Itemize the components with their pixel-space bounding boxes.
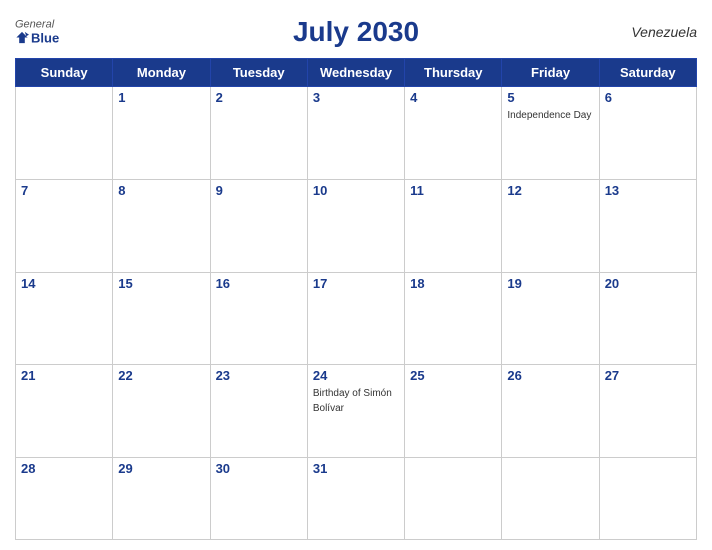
page-title: July 2030 xyxy=(293,16,419,48)
table-row: 10 xyxy=(307,179,404,272)
day-number: 23 xyxy=(216,368,302,383)
logo-general-text: General xyxy=(15,20,54,31)
table-row: 20 xyxy=(599,272,696,365)
header-friday: Friday xyxy=(502,59,599,87)
day-number: 19 xyxy=(507,276,593,291)
calendar-week-row: 12345 Independence Day 6 xyxy=(16,87,697,180)
table-row: 22 xyxy=(113,365,210,458)
day-number: 11 xyxy=(410,183,496,198)
day-number: 6 xyxy=(605,90,691,105)
day-number: 13 xyxy=(605,183,691,198)
table-row: 14 xyxy=(16,272,113,365)
calendar-week-row: 21 22 23 24 Birthday of Simón Bolívar 25 26 27 xyxy=(16,365,697,458)
day-number: 21 xyxy=(21,368,107,383)
table-row: 6 xyxy=(599,87,696,180)
table-row xyxy=(16,87,113,180)
day-number: 26 xyxy=(507,368,593,383)
day-number: 9 xyxy=(216,183,302,198)
table-row xyxy=(599,458,696,540)
day-number: 16 xyxy=(216,276,302,291)
table-row: 27 xyxy=(599,365,696,458)
table-row: 4 xyxy=(405,87,502,180)
table-row: 2 xyxy=(210,87,307,180)
table-row: 1 xyxy=(113,87,210,180)
table-row: 18 xyxy=(405,272,502,365)
day-number: 18 xyxy=(410,276,496,291)
day-number: 7 xyxy=(21,183,107,198)
day-number: 1 xyxy=(118,90,204,105)
weekday-header-row: Sunday Monday Tuesday Wednesday Thursday… xyxy=(16,59,697,87)
table-row: 26 xyxy=(502,365,599,458)
table-row: 30 xyxy=(210,458,307,540)
logo: General Blue xyxy=(15,20,59,45)
table-row: 16 xyxy=(210,272,307,365)
day-number: 28 xyxy=(21,461,107,476)
table-row: 29 xyxy=(113,458,210,540)
day-number: 22 xyxy=(118,368,204,383)
day-number: 17 xyxy=(313,276,399,291)
header-wednesday: Wednesday xyxy=(307,59,404,87)
day-number: 5 xyxy=(507,90,593,105)
holiday-label: Independence Day xyxy=(507,110,591,121)
table-row: 5 Independence Day xyxy=(502,87,599,180)
table-row: 11 xyxy=(405,179,502,272)
table-row: 15 xyxy=(113,272,210,365)
table-row xyxy=(502,458,599,540)
header-tuesday: Tuesday xyxy=(210,59,307,87)
calendar-week-row: 789 10 11 12 13 xyxy=(16,179,697,272)
header-sunday: Sunday xyxy=(16,59,113,87)
table-row xyxy=(405,458,502,540)
day-number: 31 xyxy=(313,461,399,476)
table-row: 7 xyxy=(16,179,113,272)
header-thursday: Thursday xyxy=(405,59,502,87)
calendar-week-row: 14 15 16 17 18 19 20 xyxy=(16,272,697,365)
day-number: 4 xyxy=(410,90,496,105)
day-number: 10 xyxy=(313,183,399,198)
table-row: 13 xyxy=(599,179,696,272)
day-number: 8 xyxy=(118,183,204,198)
day-number: 14 xyxy=(21,276,107,291)
day-number: 3 xyxy=(313,90,399,105)
table-row: 19 xyxy=(502,272,599,365)
day-number: 25 xyxy=(410,368,496,383)
day-number: 15 xyxy=(118,276,204,291)
country-label: Venezuela xyxy=(631,24,697,40)
day-number: 20 xyxy=(605,276,691,291)
table-row: 3 xyxy=(307,87,404,180)
table-row: 24 Birthday of Simón Bolívar xyxy=(307,365,404,458)
table-row: 21 xyxy=(16,365,113,458)
day-number: 2 xyxy=(216,90,302,105)
logo-blue-text: Blue xyxy=(31,31,59,44)
day-number: 30 xyxy=(216,461,302,476)
calendar-week-row: 28 29 30 31 xyxy=(16,458,697,540)
day-number: 29 xyxy=(118,461,204,476)
table-row: 12 xyxy=(502,179,599,272)
day-number: 12 xyxy=(507,183,593,198)
calendar-header: General Blue July 2030 Venezuela xyxy=(15,10,697,54)
table-row: 9 xyxy=(210,179,307,272)
header-saturday: Saturday xyxy=(599,59,696,87)
header-monday: Monday xyxy=(113,59,210,87)
day-number: 27 xyxy=(605,368,691,383)
table-row: 23 xyxy=(210,365,307,458)
logo-bird-icon xyxy=(15,31,29,45)
logo-blue-container: Blue xyxy=(15,31,59,45)
day-number: 24 xyxy=(313,368,399,383)
table-row: 8 xyxy=(113,179,210,272)
table-row: 31 xyxy=(307,458,404,540)
table-row: 17 xyxy=(307,272,404,365)
holiday-label: Birthday of Simón Bolívar xyxy=(313,388,392,414)
calendar-table: Sunday Monday Tuesday Wednesday Thursday… xyxy=(15,58,697,540)
table-row: 25 xyxy=(405,365,502,458)
table-row: 28 xyxy=(16,458,113,540)
